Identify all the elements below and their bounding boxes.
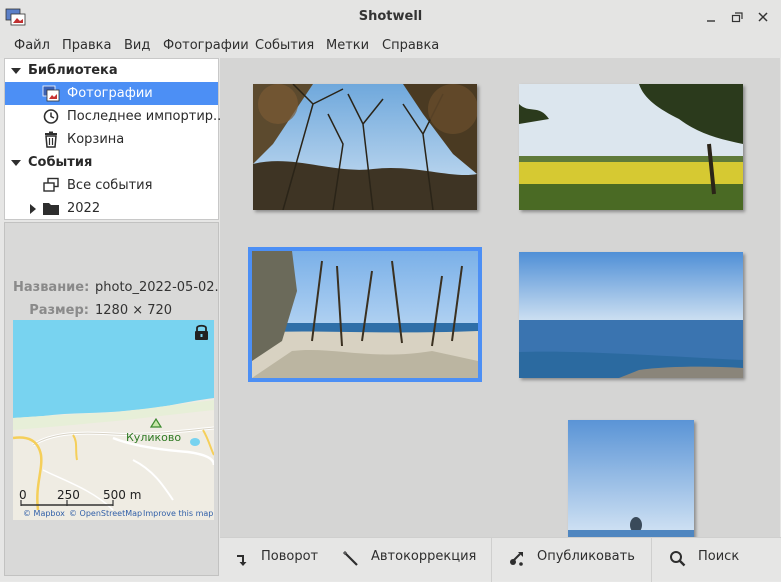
- sidebar-item-photos[interactable]: Фотографии: [5, 82, 218, 105]
- maximize-icon[interactable]: [728, 8, 746, 26]
- minimize-icon[interactable]: [702, 8, 720, 26]
- menu-view[interactable]: Вид: [124, 38, 150, 53]
- sidebar-events-label: События: [28, 155, 93, 170]
- photo-thumbnail[interactable]: [519, 252, 743, 378]
- sidebar-item-label: Корзина: [67, 132, 125, 147]
- map-credit-mapbox[interactable]: © Mapbox: [23, 509, 65, 518]
- publish-icon: [510, 552, 523, 566]
- map-scale-0: 0: [19, 488, 27, 502]
- search-icon: [670, 551, 686, 567]
- photo-thumbnail[interactable]: [253, 83, 478, 211]
- sea-horizon-photo: [519, 252, 743, 378]
- sidebar-item-2022[interactable]: 2022: [5, 197, 218, 220]
- magic-wand-icon: [343, 551, 358, 566]
- menu-events[interactable]: События: [255, 38, 314, 53]
- rotate-button[interactable]: Поворот: [234, 546, 334, 574]
- sidebar-tree: Библиотека Фотографии Последнее импортир…: [4, 58, 225, 220]
- info-size-key: Размер:: [29, 303, 89, 318]
- clock-icon: [43, 109, 59, 124]
- toolbar-separator: [651, 538, 652, 582]
- bottom-toolbar: Поворот Автокоррекция Опубликовать Поиск: [220, 537, 781, 582]
- info-name-key: Название:: [13, 280, 90, 295]
- photo-info-panel: Название: photo_2022-05-02... Размер: 12…: [4, 222, 227, 576]
- photo-thumbnail-selected[interactable]: [248, 247, 482, 382]
- sidebar-section-events[interactable]: События: [5, 151, 218, 174]
- sidebar-library-label: Библиотека: [28, 63, 118, 78]
- sea-sky-portrait-photo: [568, 420, 694, 537]
- folder-icon: [43, 203, 59, 215]
- menu-help[interactable]: Справка: [382, 38, 439, 53]
- collapsed-arrow-icon[interactable]: [27, 203, 39, 215]
- photo-thumbnail[interactable]: [519, 84, 743, 210]
- sidebar-item-label: Фотографии: [67, 86, 153, 101]
- menu-edit[interactable]: Правка: [62, 38, 111, 53]
- menu-file[interactable]: Файл: [14, 38, 50, 53]
- sidebar-item-label: 2022: [67, 201, 101, 216]
- expanded-arrow-icon[interactable]: [10, 157, 22, 169]
- expanded-arrow-icon[interactable]: [10, 65, 22, 77]
- sidebar-item-label: Последнее импортир...: [67, 109, 226, 124]
- trash-icon: [45, 131, 57, 148]
- menu-photos[interactable]: Фотографии: [163, 38, 249, 53]
- rotate-icon: [237, 555, 247, 566]
- sidebar-item-recent-import[interactable]: Последнее импортир...: [5, 105, 225, 128]
- sidebar-item-trash[interactable]: Корзина: [5, 128, 218, 151]
- enhance-button[interactable]: Автокоррекция: [342, 546, 482, 574]
- forest-sky-photo: [253, 83, 478, 211]
- rotate-label: Поворот: [261, 549, 319, 564]
- lock-icon[interactable]: [193, 323, 210, 341]
- map-scale-500: 500 m: [103, 488, 142, 502]
- shotwell-window: Shotwell Файл Правка Вид Фотографии Собы…: [0, 0, 781, 582]
- search-button[interactable]: Поиск: [669, 546, 749, 574]
- sidebar-item-all-events[interactable]: Все события: [5, 174, 218, 197]
- enhance-label: Автокоррекция: [371, 549, 477, 564]
- photo-thumbnail[interactable]: [568, 420, 694, 537]
- publish-button[interactable]: Опубликовать: [508, 546, 638, 574]
- map-credit-osm[interactable]: © OpenStreetMap: [69, 509, 142, 518]
- menu-tags[interactable]: Метки: [326, 38, 369, 53]
- beach-trees-photo: [252, 251, 478, 378]
- photo-grid: [220, 58, 780, 537]
- close-icon[interactable]: [754, 8, 772, 26]
- title-bar[interactable]: Shotwell: [0, 0, 781, 34]
- map-place-label: Куликово: [126, 431, 182, 444]
- window-title: Shotwell: [358, 9, 423, 24]
- map-improve-link[interactable]: Improve this map: [143, 509, 213, 518]
- info-size-value: 1280 × 720: [95, 303, 173, 318]
- sidebar-section-library[interactable]: Библиотека: [5, 59, 218, 82]
- sidebar-item-label: Все события: [67, 178, 153, 193]
- location-map[interactable]: Куликово 0 250 500 m © Mapbox © OpenStre…: [13, 320, 214, 520]
- rapeseed-field-photo: [519, 84, 743, 210]
- info-name-value: photo_2022-05-02...: [95, 280, 227, 295]
- map-scale-250: 250: [57, 488, 80, 502]
- events-icon: [43, 177, 59, 192]
- toolbar-separator: [491, 538, 492, 582]
- menu-bar: Файл Правка Вид Фотографии События Метки…: [0, 34, 781, 58]
- publish-label: Опубликовать: [537, 549, 635, 564]
- search-label: Поиск: [698, 549, 740, 564]
- photos-icon: [42, 85, 60, 102]
